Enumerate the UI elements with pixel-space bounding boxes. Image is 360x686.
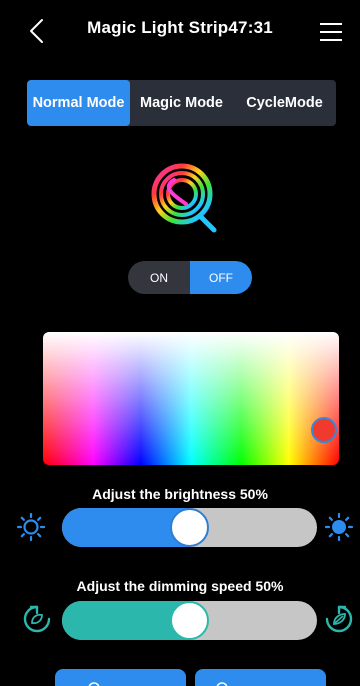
- sun-outline-icon[interactable]: [16, 512, 46, 542]
- leaf-fast-icon[interactable]: [324, 604, 354, 634]
- menu-button[interactable]: [316, 20, 346, 44]
- dimming-speed-slider-knob[interactable]: [170, 601, 209, 640]
- timer-icon: [88, 682, 100, 686]
- status-time: 47:31: [228, 18, 273, 37]
- dimming-speed-label: Adjust the dimming speed 50%: [76, 578, 284, 594]
- app-title: Magic Light Strip: [87, 18, 229, 37]
- settings-icon: [216, 682, 228, 686]
- bottom-action-button-left[interactable]: [55, 669, 186, 686]
- app-screen: Magic Light Strip47:31 Normal Mode Magic…: [0, 0, 360, 686]
- page-title: Magic Light Strip47:31: [0, 18, 360, 38]
- tab-cycle-mode[interactable]: CycleMode: [233, 80, 336, 126]
- mode-tabs: Normal Mode Magic Mode CycleMode: [27, 80, 336, 126]
- sun-filled-icon[interactable]: [324, 512, 354, 542]
- brightness-slider-knob[interactable]: [170, 508, 209, 547]
- tab-normal-mode[interactable]: Normal Mode: [27, 80, 130, 126]
- rainbow-q-logo: [151, 163, 217, 233]
- power-toggle: ON OFF: [128, 261, 253, 294]
- tab-magic-mode[interactable]: Magic Mode: [130, 80, 233, 126]
- on-button[interactable]: ON: [128, 261, 190, 294]
- dimming-speed-slider[interactable]: [62, 601, 317, 640]
- brightness-label: Adjust the brightness 50%: [92, 486, 268, 502]
- header: Magic Light Strip47:31: [0, 0, 360, 62]
- color-picker[interactable]: [43, 332, 339, 465]
- off-button[interactable]: OFF: [190, 261, 252, 294]
- brightness-slider[interactable]: [62, 508, 317, 547]
- bottom-action-button-right[interactable]: [195, 669, 326, 686]
- color-picker-cursor[interactable]: [311, 417, 337, 443]
- leaf-slow-icon[interactable]: [22, 604, 52, 634]
- hamburger-menu-icon: [320, 23, 342, 41]
